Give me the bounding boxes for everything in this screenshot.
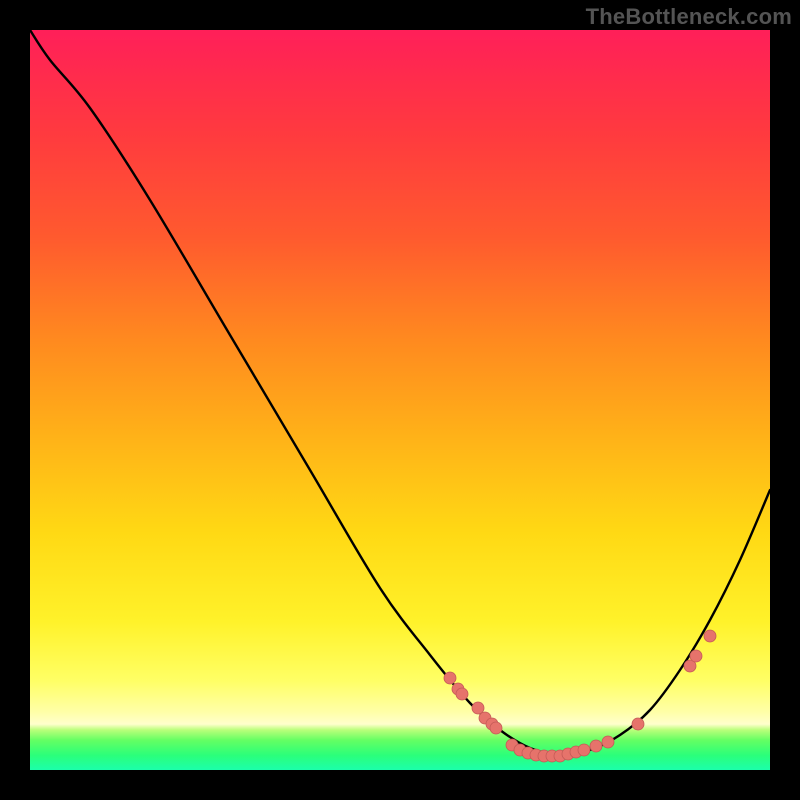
data-dot (444, 672, 456, 684)
plot-area (30, 30, 770, 770)
watermark-text: TheBottleneck.com (586, 4, 792, 30)
data-dot (690, 650, 702, 662)
data-dot (602, 736, 614, 748)
chart-frame: TheBottleneck.com (0, 0, 800, 800)
bottleneck-curve (30, 30, 770, 755)
data-dot (472, 702, 484, 714)
data-dots (444, 630, 716, 762)
data-dot (490, 722, 502, 734)
curve-layer (30, 30, 770, 770)
data-dot (578, 744, 590, 756)
data-dot (456, 688, 468, 700)
data-dot (590, 740, 602, 752)
data-dot (704, 630, 716, 642)
data-dot (632, 718, 644, 730)
